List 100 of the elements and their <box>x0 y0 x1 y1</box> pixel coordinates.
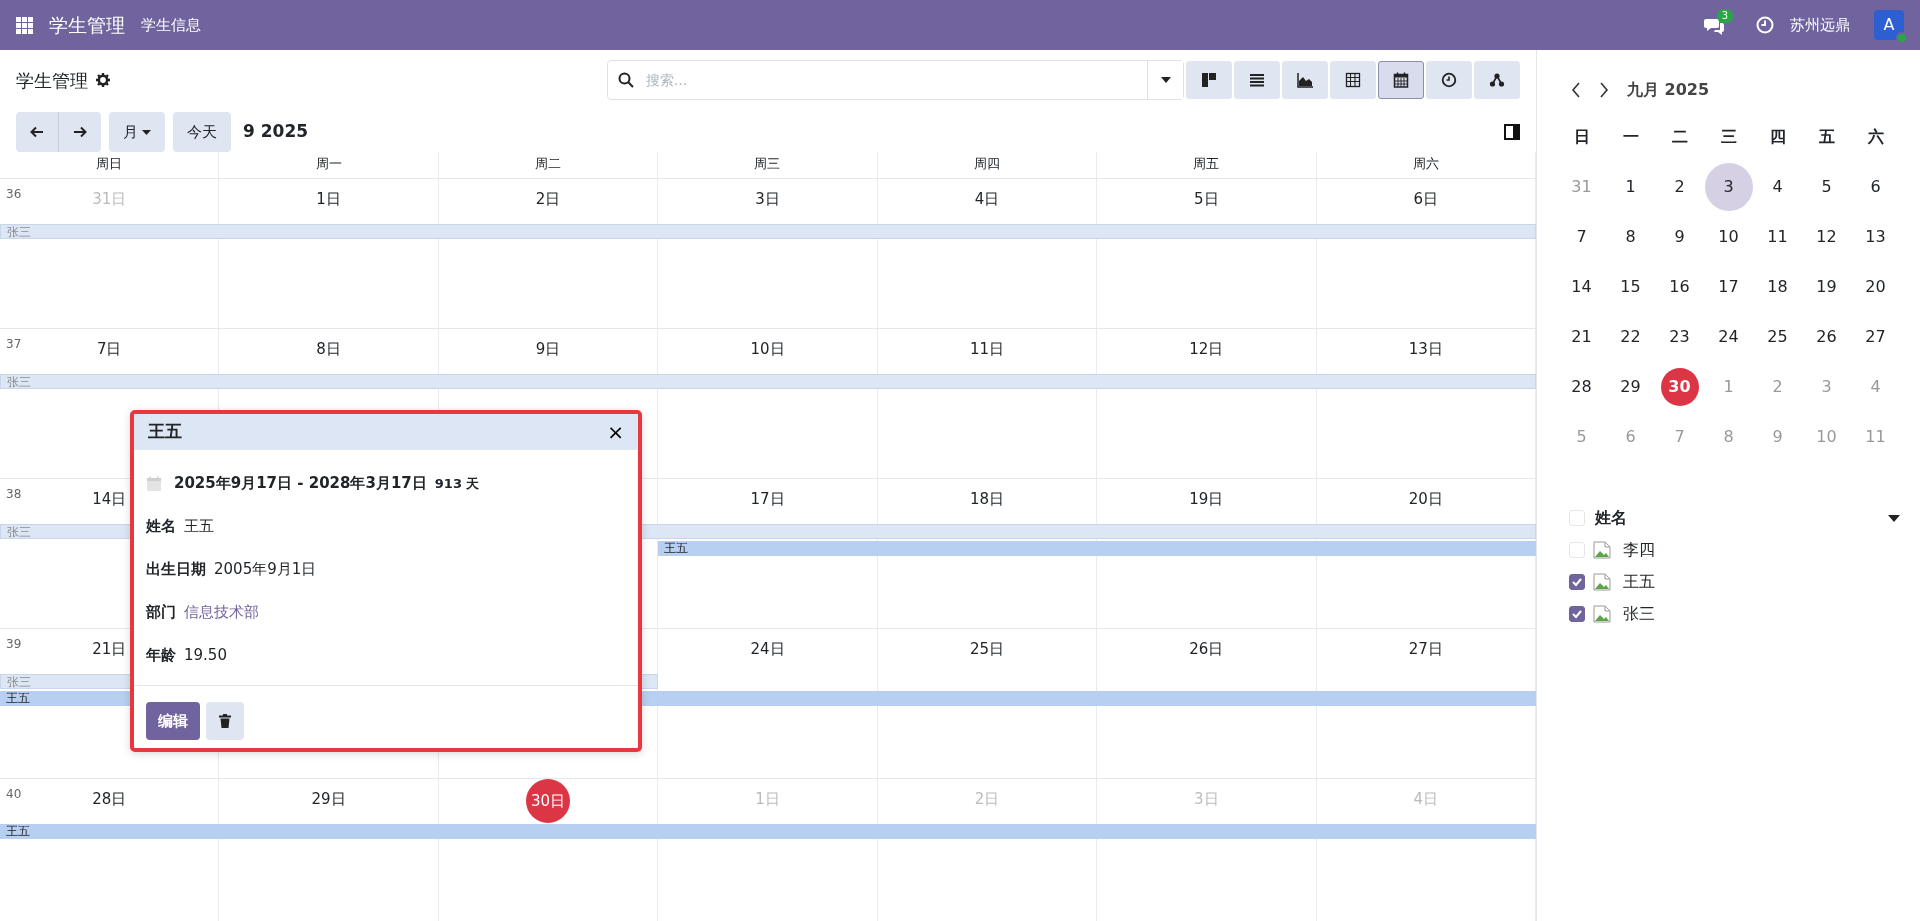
day-number[interactable]: 7日 <box>92 334 126 363</box>
view-hierarchy-button[interactable] <box>1474 61 1520 99</box>
date-cell[interactable]: 11 <box>1753 213 1802 261</box>
date-cell[interactable]: 26 <box>1802 313 1851 361</box>
area-chart-icon <box>1297 72 1313 88</box>
view-kanban-button[interactable] <box>1186 61 1232 99</box>
edit-button[interactable]: 编辑 <box>146 702 200 740</box>
search-field[interactable]: 搜索... <box>606 60 1184 100</box>
day-number[interactable]: 25日 <box>965 634 1008 663</box>
day-number[interactable]: 2日 <box>531 184 565 213</box>
date-cell[interactable]: 21 <box>1557 313 1606 361</box>
date-cell[interactable]: 13 <box>1851 213 1900 261</box>
search-icon <box>617 72 634 88</box>
date-cell[interactable]: 24 <box>1704 313 1753 361</box>
day-number[interactable]: 26日 <box>1185 634 1228 663</box>
day-number[interactable]: 9日 <box>531 334 565 363</box>
date-cell[interactable]: 23 <box>1655 313 1704 361</box>
date-cell[interactable]: 15 <box>1606 263 1655 311</box>
day-number[interactable]: 4日 <box>970 184 1004 213</box>
day-number[interactable]: 13日 <box>1404 334 1447 363</box>
scale-dropdown[interactable]: 月 <box>109 112 165 152</box>
date-cell[interactable]: 16 <box>1655 263 1704 311</box>
weekday-label: 四 <box>1768 126 1787 148</box>
date-cell[interactable]: 12 <box>1802 213 1851 261</box>
clock-icon[interactable] <box>1756 16 1774 34</box>
day-number[interactable]: 3日 <box>751 184 784 213</box>
day-number[interactable]: 17日 <box>746 484 789 513</box>
view-list-button[interactable] <box>1234 61 1280 99</box>
date-cell[interactable]: 2 <box>1655 163 1704 211</box>
message-count-badge: 3 <box>1716 8 1733 23</box>
day-number[interactable]: 27日 <box>1404 634 1447 663</box>
view-activity-button[interactable] <box>1426 61 1472 99</box>
date-cell[interactable]: 28 <box>1557 363 1606 411</box>
previous-month-button[interactable] <box>1571 82 1581 98</box>
caret-icon[interactable] <box>1888 514 1900 522</box>
date-cell[interactable]: 10 <box>1704 213 1753 261</box>
apps-menu-icon[interactable] <box>16 16 33 34</box>
day-number[interactable]: 18日 <box>965 484 1008 513</box>
date-cell[interactable]: 6 <box>1851 163 1900 211</box>
day-number[interactable]: 14日 <box>88 484 131 513</box>
day-number[interactable]: 21日 <box>88 634 131 663</box>
date-cell[interactable]: 7 <box>1557 213 1606 261</box>
date-cell[interactable]: 9 <box>1655 213 1704 261</box>
date-cell[interactable]: 18 <box>1753 263 1802 311</box>
date-cell[interactable]: 4 <box>1753 163 1802 211</box>
next-month-button[interactable] <box>1599 82 1609 98</box>
weekday-header: 周三 <box>658 152 878 178</box>
day-number[interactable]: 11日 <box>965 334 1008 363</box>
date-cell[interactable]: 30 <box>1660 368 1699 406</box>
checkbox[interactable] <box>1569 606 1585 622</box>
date-cell[interactable]: 29 <box>1606 363 1655 411</box>
app-title[interactable]: 学生管理 <box>49 10 125 40</box>
filter-item-label[interactable]: 李四 <box>1623 538 1655 562</box>
day-number[interactable]: 28日 <box>88 784 131 813</box>
date-cell[interactable]: 17 <box>1704 263 1753 311</box>
view-graph-button[interactable] <box>1282 61 1328 99</box>
delete-button[interactable] <box>206 702 244 740</box>
view-pivot-button[interactable] <box>1330 61 1376 99</box>
company-name[interactable]: 苏州远鼎 <box>1790 13 1850 37</box>
date-cell[interactable]: 5 <box>1802 163 1851 211</box>
day-number[interactable]: 5日 <box>1190 184 1223 213</box>
day-number[interactable]: 29日 <box>307 784 350 813</box>
weekday-label: 三 <box>1719 126 1738 148</box>
day-number[interactable]: 10日 <box>746 334 789 363</box>
date-cell[interactable]: 14 <box>1557 263 1606 311</box>
search-options-toggle[interactable] <box>1147 61 1183 99</box>
date-cell[interactable]: 19 <box>1802 263 1851 311</box>
weekday-header: 周一 <box>219 152 439 178</box>
day-number[interactable]: 20日 <box>1404 484 1447 513</box>
event-bar[interactable]: 王五 <box>0 823 1536 839</box>
date-cell[interactable]: 3 <box>1704 163 1753 211</box>
day-number[interactable]: 1日 <box>312 184 345 213</box>
sidebar-toggle-icon[interactable] <box>1504 124 1520 140</box>
chat-icon[interactable] <box>1704 16 1724 35</box>
field-link[interactable]: 信息技术部 <box>184 601 259 624</box>
close-button[interactable]: × <box>603 422 628 442</box>
event-bar[interactable]: 王五 <box>658 540 1536 556</box>
menu-item[interactable]: 学生信息 <box>141 13 201 37</box>
today-button[interactable]: 今天 <box>173 112 231 152</box>
user-avatar[interactable]: A <box>1874 10 1904 40</box>
day-number[interactable]: 19日 <box>1185 484 1228 513</box>
checkbox[interactable] <box>1569 574 1585 590</box>
day-number[interactable]: 24日 <box>746 634 789 663</box>
day-number[interactable]: 6日 <box>1409 184 1443 213</box>
date-cell[interactable]: 27 <box>1851 313 1900 361</box>
date-cell[interactable]: 22 <box>1606 313 1655 361</box>
day-number[interactable]: 12日 <box>1185 334 1228 363</box>
date-cell[interactable]: 20 <box>1851 263 1900 311</box>
date-cell[interactable]: 1 <box>1606 163 1655 211</box>
filter-item-label[interactable]: 王五 <box>1623 570 1655 594</box>
gear-icon[interactable] <box>96 73 110 87</box>
date-cell[interactable]: 25 <box>1753 313 1802 361</box>
next-button[interactable] <box>58 112 101 152</box>
day-number[interactable]: 8日 <box>312 334 345 363</box>
arrow-icon <box>73 126 87 139</box>
view-calendar-button[interactable] <box>1378 61 1424 99</box>
day-number[interactable]: 30日 <box>526 778 571 823</box>
date-cell[interactable]: 8 <box>1606 213 1655 261</box>
previous-button[interactable] <box>16 112 58 152</box>
filter-item-label[interactable]: 张三 <box>1623 602 1655 626</box>
